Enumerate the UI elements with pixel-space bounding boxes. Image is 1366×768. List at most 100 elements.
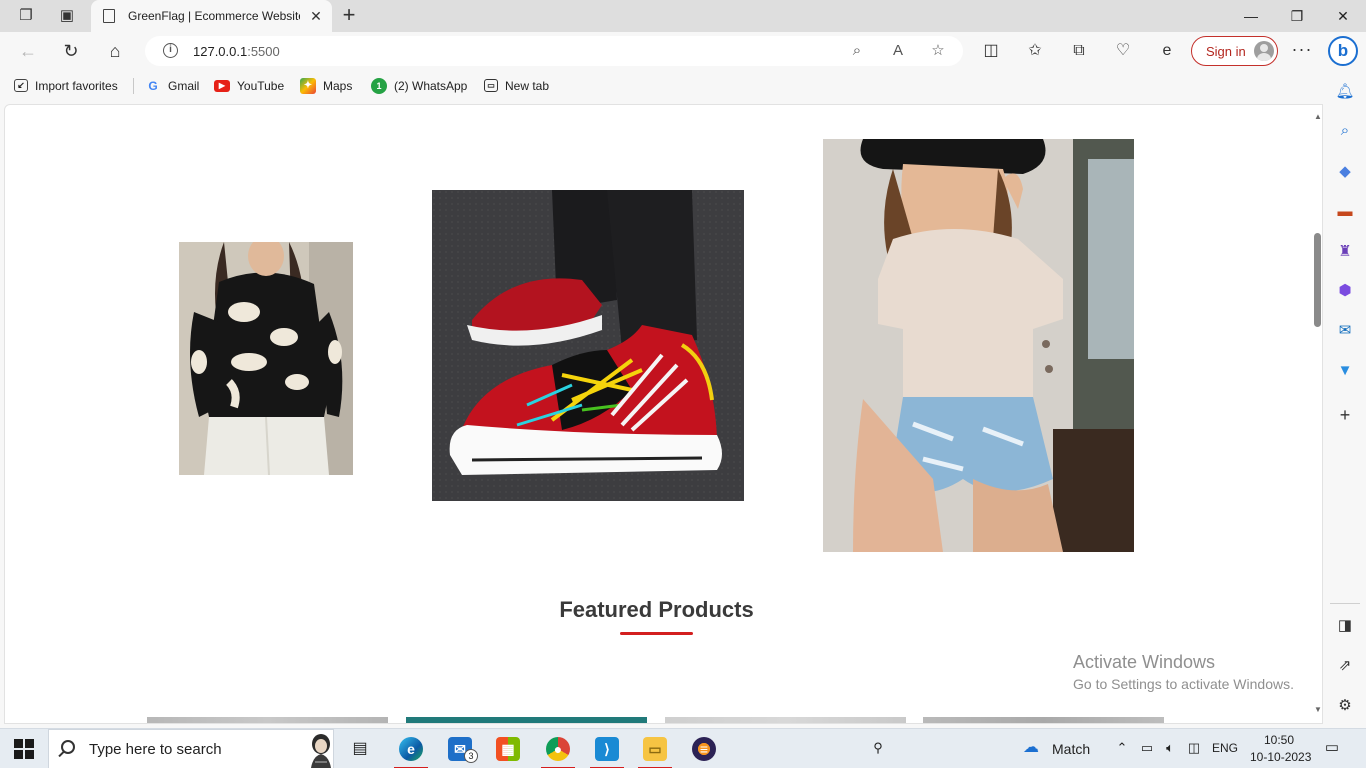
sign-in-button[interactable]: Sign in <box>1191 36 1278 66</box>
fav-youtube[interactable]: ▶ YouTube <box>214 78 284 94</box>
clock-date[interactable]: 10-10-2023 <box>1250 750 1311 764</box>
mail-unread-badge: 3 <box>464 749 478 763</box>
fav-gmail[interactable]: G Gmail <box>145 78 199 94</box>
sneaker-photo[interactable] <box>432 190 744 501</box>
network-icon[interactable]: ◫ <box>1185 739 1203 757</box>
fav-maps[interactable]: ✦ Maps <box>300 78 352 94</box>
favorites-icon[interactable]: ✩ <box>1024 41 1046 61</box>
language-indicator[interactable]: ENG <box>1212 741 1238 755</box>
microsoft-365-icon[interactable]: ⬢ <box>1335 281 1355 301</box>
featured-products-title: Featured Products <box>559 597 754 622</box>
eclipse-icon: ≡ <box>692 737 716 761</box>
watermark-title: Activate Windows <box>1073 652 1216 672</box>
close-window-button[interactable]: ✕ <box>1331 6 1355 26</box>
sign-in-label: Sign in <box>1206 44 1246 59</box>
scrollbar-thumb[interactable] <box>1314 233 1321 327</box>
taskbar-store[interactable]: ▦ <box>488 733 528 768</box>
fav-label: (2) WhatsApp <box>394 79 468 93</box>
fav-whatsapp[interactable]: 1 (2) WhatsApp <box>371 78 467 94</box>
notifications-icon[interactable]: ▭ <box>1323 739 1341 757</box>
scroll-down-icon[interactable]: ▼ <box>1313 705 1322 715</box>
workspaces-icon[interactable]: ❐ <box>16 6 36 26</box>
taskbar-mail[interactable]: ✉ 3 <box>440 733 480 768</box>
restore-button[interactable]: ❐ <box>1285 6 1309 26</box>
volume-icon[interactable]: 🔈︎ <box>1161 739 1179 757</box>
profile-avatar-icon <box>1254 41 1274 61</box>
outlook-icon[interactable]: ✉ <box>1335 321 1355 341</box>
page-icon <box>103 9 115 23</box>
watermark-subtitle: Go to Settings to activate Windows. <box>1073 676 1294 692</box>
page-scrollbar[interactable]: ▲ ▼ <box>1311 105 1322 723</box>
shirt-photo[interactable] <box>179 242 353 475</box>
drop-icon[interactable]: ▼ <box>1335 361 1355 381</box>
maps-icon: ✦ <box>300 78 316 94</box>
scroll-up-icon[interactable]: ▲ <box>1313 112 1322 122</box>
windows-start-icon[interactable] <box>14 739 34 759</box>
tshirt-illustration <box>823 139 1134 552</box>
search-icon[interactable]: ⌕ <box>1335 121 1355 141</box>
weather-icon[interactable]: ☁ <box>1022 739 1040 757</box>
google-icon: G <box>148 79 158 93</box>
task-view-icon: ▤ <box>352 740 368 757</box>
address-url[interactable]: 127.0.0.1:5500 <box>193 44 280 59</box>
shirt-illustration <box>179 242 353 475</box>
zoom-icon[interactable]: ⌕ <box>847 41 867 61</box>
vertical-tabs-icon[interactable]: ▣ <box>57 6 77 26</box>
people-icon[interactable]: ⚲ <box>869 739 887 757</box>
notifications-bell-icon[interactable]: 🔔︎ <box>1335 82 1355 102</box>
address-bar[interactable]: i 127.0.0.1:5500 ⌕ A ☆ <box>145 36 963 66</box>
fav-label: Gmail <box>168 79 200 93</box>
show-hidden-icons-chevron-up-icon[interactable]: ⌃ <box>1113 739 1131 757</box>
taskbar-vscode[interactable]: ⟩ <box>587 733 627 768</box>
sidebar-settings-gear-icon[interactable]: ⚙ <box>1335 696 1355 716</box>
featured-product-card[interactable] <box>923 717 1164 723</box>
tools-briefcase-icon[interactable]: ▬ <box>1335 202 1355 222</box>
taskbar-file-explorer[interactable]: ▭ <box>635 733 675 768</box>
windows-taskbar: Type here to search ▤ e ✉ 3 ▦ ● ⟩ ▭ ≡ ⚲ … <box>0 728 1366 768</box>
featured-product-card[interactable] <box>147 717 388 723</box>
search-icon <box>61 740 75 754</box>
new-tab-button[interactable]: + <box>338 4 360 27</box>
add-sidebar-app-icon[interactable]: + <box>1335 405 1355 425</box>
home-button[interactable]: ⌂ <box>103 39 127 63</box>
back-button[interactable]: ← <box>16 39 40 63</box>
more-menu-icon[interactable]: ··· <box>1291 40 1313 62</box>
battery-icon[interactable]: ▭ <box>1138 739 1156 757</box>
browser-tab-active[interactable]: GreenFlag | Ecommerce Website ✕ <box>91 0 332 32</box>
search-highlight-icon <box>311 734 331 768</box>
open-external-icon[interactable]: ⇗ <box>1335 656 1355 676</box>
taskbar-search-placeholder: Type here to search <box>89 741 222 758</box>
edge-app-icon[interactable]: e <box>1156 41 1178 61</box>
minimize-button[interactable]: — <box>1239 6 1263 26</box>
tshirt-photo[interactable] <box>823 139 1134 552</box>
clock-time[interactable]: 10:50 <box>1264 733 1294 747</box>
shopping-tag-icon[interactable]: ◆ <box>1335 162 1355 182</box>
featured-product-card[interactable] <box>406 717 647 723</box>
bing-copilot-icon[interactable]: b <box>1328 36 1358 66</box>
site-info-icon[interactable]: i <box>163 43 178 58</box>
fav-label: Maps <box>323 79 353 93</box>
weather-label[interactable]: Match <box>1052 741 1090 757</box>
hide-sidebar-icon[interactable]: ◨ <box>1335 616 1355 636</box>
taskbar-edge[interactable]: e <box>391 733 431 768</box>
youtube-icon: ▶ <box>214 79 230 92</box>
taskbar-search-box[interactable]: Type here to search <box>48 729 334 768</box>
split-screen-icon[interactable]: ◫ <box>980 41 1002 61</box>
browser-essentials-icon[interactable]: ♡ <box>1112 41 1134 61</box>
fav-new-tab[interactable]: ▭ New tab <box>484 78 549 94</box>
edge-sidebar: 🔔︎ ⌕ ◆ ▬ ♜ ⬢ ✉ ▼ + ◨ ⇗ ⚙ <box>1324 70 1366 726</box>
tab-strip: ❐ ▣ GreenFlag | Ecommerce Website ✕ + — … <box>0 0 1366 32</box>
vscode-icon: ⟩ <box>595 737 619 761</box>
games-chess-icon[interactable]: ♜ <box>1335 242 1355 262</box>
close-tab-icon[interactable]: ✕ <box>307 7 325 25</box>
fav-import-favorites[interactable]: ↙ Import favorites <box>14 78 118 94</box>
taskbar-eclipse[interactable]: ≡ <box>684 733 724 768</box>
collections-icon[interactable]: ⧉ <box>1068 41 1090 61</box>
featured-product-card[interactable] <box>665 717 906 723</box>
taskbar-chrome[interactable]: ● <box>538 733 578 768</box>
refresh-button[interactable]: ↻ <box>59 39 83 63</box>
task-view-button[interactable]: ▤ <box>340 733 380 768</box>
sidebar-divider <box>1330 603 1360 604</box>
read-aloud-icon[interactable]: A <box>888 41 908 61</box>
favorite-star-icon[interactable]: ☆ <box>928 41 948 61</box>
